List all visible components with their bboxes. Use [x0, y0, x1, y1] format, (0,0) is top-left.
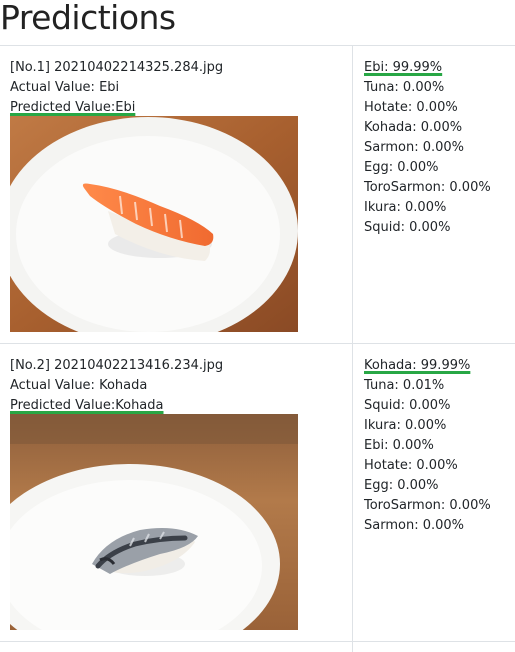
actual-value: Actual Value: Kohada [10, 378, 148, 393]
sushi-photo [10, 414, 298, 630]
class-score: Sarmon: 0.00% [364, 518, 465, 533]
class-score: Hotate: 0.00% [364, 458, 458, 473]
class-score: ToroSarmon: 0.00% [364, 180, 491, 195]
predicted-value: Predicted Value:Ebi [10, 100, 136, 115]
probabilities-cell: Kohada: 99.99% Tuna: 0.01% Squid: 0.00% … [353, 344, 515, 641]
class-score: Egg: 0.00% [364, 478, 439, 493]
class-score: Tuna: 0.01% [364, 378, 445, 393]
actual-value: Actual Value: Ebi [10, 80, 120, 95]
probabilities-cell [353, 642, 515, 652]
file-name: [No.2] 20210402213416.234.jpg [10, 358, 224, 373]
prediction-info-cell [0, 642, 353, 652]
class-score: Hotate: 0.00% [364, 100, 458, 115]
class-score: Egg: 0.00% [364, 160, 439, 175]
class-score: Sarmon: 0.00% [364, 140, 465, 155]
class-score: Ebi: 0.00% [364, 438, 434, 453]
top-score: Ebi: 99.99% [364, 60, 443, 75]
class-score: Squid: 0.00% [364, 398, 451, 413]
page-title: Predictions [0, 0, 176, 37]
class-score: Squid: 0.00% [364, 220, 451, 235]
table-row [0, 641, 515, 652]
class-score: Ikura: 0.00% [364, 200, 447, 215]
class-score: Kohada: 0.00% [364, 120, 463, 135]
top-score: Kohada: 99.99% [364, 358, 471, 373]
class-score: Tuna: 0.00% [364, 80, 445, 95]
table-row: [No.1] 20210402214325.284.jpg Actual Val… [0, 45, 515, 343]
predicted-value: Predicted Value:Kohada [10, 398, 164, 413]
class-score: ToroSarmon: 0.00% [364, 498, 491, 513]
predictions-table: [No.1] 20210402214325.284.jpg Actual Val… [0, 45, 515, 652]
class-score: Ikura: 0.00% [364, 418, 447, 433]
table-row: [No.2] 20210402213416.234.jpg Actual Val… [0, 343, 515, 641]
prediction-info-cell: [No.2] 20210402213416.234.jpg Actual Val… [0, 344, 353, 641]
probabilities-cell: Ebi: 99.99% Tuna: 0.00% Hotate: 0.00% Ko… [353, 46, 515, 343]
file-name: [No.1] 20210402214325.284.jpg [10, 60, 224, 75]
prediction-info-cell: [No.1] 20210402214325.284.jpg Actual Val… [0, 46, 353, 343]
sushi-photo [10, 116, 298, 332]
